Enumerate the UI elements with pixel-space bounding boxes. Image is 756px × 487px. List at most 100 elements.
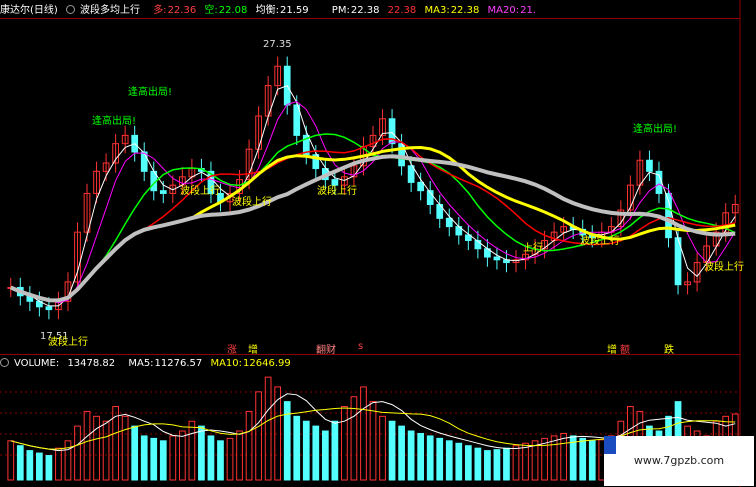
volume-bar[interactable] [264,376,272,481]
volume-bar[interactable] [198,425,205,481]
stock-name[interactable]: 康达尔(日线) [0,5,58,16]
pm-value: 22.38 [350,5,380,16]
volume-bar[interactable] [36,452,43,481]
volume-bar[interactable] [93,415,100,481]
volume-bar[interactable] [178,430,186,481]
volume-bar[interactable] [45,455,53,481]
volume-bar[interactable] [588,440,596,481]
event-marker-6[interactable]: 额 [620,341,630,356]
sell-signal-3: 逢高出局! [633,124,678,135]
settings-dot-icon[interactable] [66,5,75,14]
volume-bar[interactable] [312,425,320,481]
buy-signal-4: 波段上行 [317,186,357,197]
volume-bar[interactable] [541,437,548,481]
price-pane[interactable] [7,0,741,487]
volume-bar[interactable] [522,442,529,481]
volume-bar[interactable] [455,442,463,481]
volume-bar[interactable] [512,445,520,481]
volume-bar[interactable] [255,391,262,481]
ma15-line[interactable] [10,138,736,302]
volume-bar[interactable] [188,420,196,481]
candle[interactable] [646,159,653,172]
volume-bar[interactable] [159,440,167,481]
volume-bar[interactable] [426,435,434,481]
volume-bar[interactable] [398,425,405,481]
buy-signal-3: 波段上行 [232,197,272,208]
stock-chart[interactable] [0,0,756,487]
volume-bar[interactable] [341,406,348,481]
volume-bar[interactable] [579,437,587,481]
candle[interactable] [159,190,167,194]
volume-bar[interactable] [217,440,224,481]
volume-bar[interactable] [55,447,62,481]
event-marker-4[interactable]: s [358,341,363,352]
volume-indicator[interactable]: VOLUME: 13478.82 [0,358,120,369]
candle[interactable] [140,151,148,172]
volume-dot-icon[interactable] [0,358,9,367]
volume-bar[interactable] [207,435,215,481]
volume-bar[interactable] [331,420,339,481]
volume-bar[interactable] [293,415,301,481]
candle[interactable] [417,181,425,192]
avg-value: 21.59 [279,5,309,16]
volume-bar[interactable] [493,449,501,481]
volume-bar[interactable] [169,435,177,481]
volume-bar[interactable] [445,440,453,481]
watermark: www.7gpzb.com [604,436,754,486]
volume-bar[interactable] [560,432,568,481]
buy-signal-2: 波段上行 [180,186,220,197]
volume-bar[interactable] [64,440,72,481]
volume-bar[interactable] [121,415,129,481]
volume-bar[interactable] [7,440,15,481]
volume-bar[interactable] [83,410,91,481]
volume-bar[interactable] [131,425,139,481]
volume-bar[interactable] [388,420,396,481]
volume-bar[interactable] [474,447,482,481]
volume-bar[interactable] [274,386,282,481]
volume-bar[interactable] [302,420,310,481]
volume-bar[interactable] [417,432,425,481]
vol-ma5-value: 11276.57 [154,358,203,369]
ma20-label: MA20: [487,5,520,16]
indicator-name[interactable]: 波段多均上行 [66,5,145,16]
event-marker-3[interactable]: 翻财 [316,341,336,356]
volume-bar[interactable] [503,447,510,481]
volume-bar[interactable] [26,450,34,481]
volume-bar[interactable] [360,386,367,481]
buy-signal-7: 波段上行 [704,262,744,273]
volume-bar[interactable] [350,396,358,481]
pm-label: PM: [331,5,350,16]
bear-label: 空: [204,5,218,16]
candle[interactable] [493,256,501,261]
event-marker-1[interactable]: 涨 [227,341,237,356]
volume-bar[interactable] [436,437,444,481]
volume-bar[interactable] [150,437,158,481]
event-marker-5[interactable]: 增 [607,341,617,356]
event-marker-2[interactable]: 增 [248,341,258,356]
vol-ma10-value: 12646.99 [243,358,291,369]
volume-bar[interactable] [531,440,539,481]
buy-signal-5: 波段上行 [580,236,620,247]
candle[interactable] [445,217,453,228]
volume-bar[interactable] [102,420,110,481]
volume-bar[interactable] [236,430,243,481]
volume-bar[interactable] [16,445,24,481]
volume-bar[interactable] [550,435,558,481]
volume-bar[interactable] [464,445,472,481]
candle[interactable] [407,165,415,183]
ma3-label: MA3: [424,5,450,16]
volume-bar[interactable] [226,437,234,481]
sell-signal-1: 逢高出局! [128,87,173,98]
volume-bar[interactable] [321,430,329,481]
volume-bar[interactable] [245,410,253,481]
event-marker-7[interactable]: 跌 [664,341,674,356]
candle[interactable] [45,306,53,311]
volume-bar[interactable] [407,430,415,481]
volume-bar[interactable] [379,415,386,481]
volume-bar[interactable] [140,435,148,481]
sell-signal-2: 逢高出局! [92,116,137,127]
bull-label: 多: [153,5,167,16]
ma20-line[interactable] [10,145,736,302]
header-divider [0,18,740,19]
volume-bar[interactable] [484,450,491,481]
